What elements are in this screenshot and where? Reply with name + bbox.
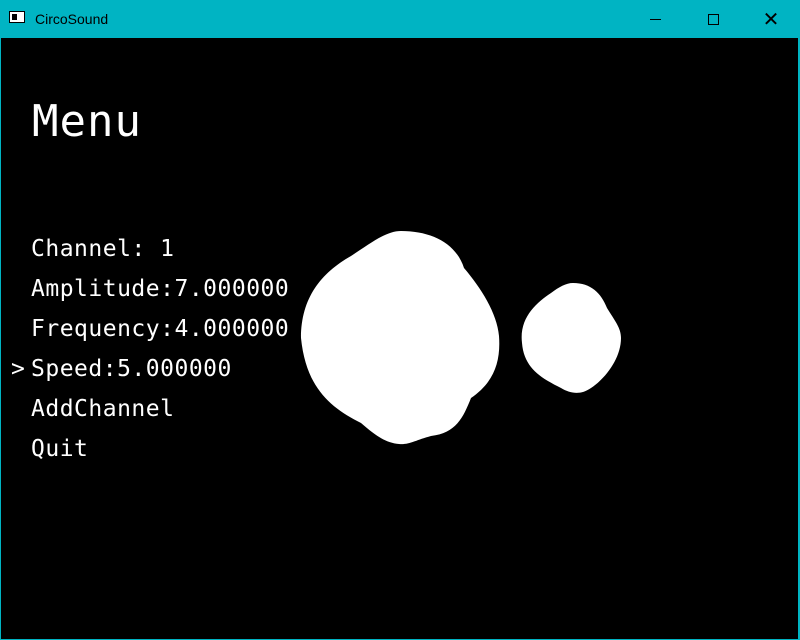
minimize-icon	[649, 18, 661, 20]
app-window: CircoSound ✕ Menu > Channel: 1 Amplitude…	[0, 0, 800, 640]
close-icon: ✕	[762, 7, 780, 31]
waveform-visual	[301, 231, 621, 445]
game-canvas[interactable]: Menu > Channel: 1 Amplitude:7.000000 Fre…	[1, 38, 798, 639]
maximize-button[interactable]	[684, 0, 742, 38]
close-button[interactable]: ✕	[742, 0, 800, 38]
app-icon	[9, 11, 25, 23]
window-title: CircoSound	[35, 11, 109, 27]
large-waveform-blob	[301, 231, 500, 445]
minimize-button[interactable]	[626, 0, 684, 38]
maximize-icon	[707, 13, 719, 25]
title-bar[interactable]: CircoSound ✕	[0, 0, 800, 38]
small-waveform-blob	[521, 283, 621, 393]
